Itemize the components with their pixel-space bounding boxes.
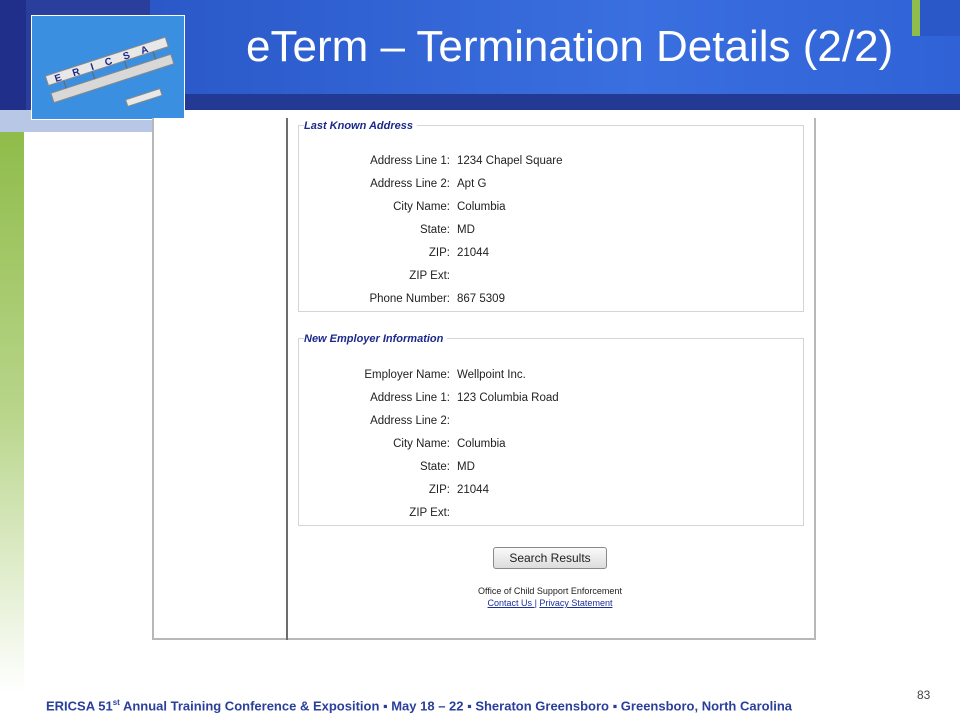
emp-row-city: City Name: Columbia — [298, 438, 804, 454]
left-panel-divider — [286, 118, 288, 640]
lka-row-address1: Address Line 1: 1234 Chapel Square — [298, 155, 804, 171]
field-value: 21044 — [457, 247, 489, 259]
lka-row-state: State: MD — [298, 224, 804, 240]
header-lower-band — [150, 94, 960, 110]
emp-row-address2: Address Line 2: — [298, 415, 804, 431]
emp-row-name: Employer Name: Wellpoint Inc. — [298, 369, 804, 385]
contact-us-link[interactable]: Contact Us — [488, 598, 535, 608]
field-label: State: — [419, 461, 450, 473]
field-value: MD — [457, 461, 475, 473]
emp-row-zip: ZIP: 21044 — [298, 484, 804, 500]
new-employer-legend: New Employer Information — [304, 333, 448, 345]
field-label: ZIP Ext: — [409, 507, 450, 519]
ericsa-logo: ERICSA — [31, 15, 185, 120]
field-value: 123 Columbia Road — [457, 392, 559, 404]
field-value: Apt G — [457, 178, 487, 190]
green-side-bar — [0, 132, 24, 692]
field-label: City Name: — [393, 438, 450, 450]
field-label: Address Line 1: — [370, 392, 450, 404]
header-accent-block — [920, 0, 960, 36]
field-label: City Name: — [393, 201, 450, 213]
header-accent-line — [912, 0, 920, 36]
link-separator: | — [534, 598, 537, 608]
frame-left-border — [152, 118, 154, 640]
emp-row-zip-ext: ZIP Ext: — [298, 507, 804, 523]
slide-footer: ERICSA 51st Annual Training Conference &… — [46, 698, 792, 713]
field-value: 867 5309 — [457, 293, 505, 305]
field-label: Address Line 1: — [370, 155, 450, 167]
lka-row-address2: Address Line 2: Apt G — [298, 178, 804, 194]
field-value: MD — [457, 224, 475, 236]
field-value: Wellpoint Inc. — [457, 369, 526, 381]
slide-title: eTerm – Termination Details (2/2) — [246, 22, 894, 71]
footer-superscript: st — [112, 698, 120, 707]
page-number: 83 — [917, 688, 931, 702]
lka-row-phone: Phone Number: 867 5309 — [298, 293, 804, 309]
privacy-statement-link[interactable]: Privacy Statement — [539, 598, 612, 608]
field-value: Columbia — [457, 438, 506, 450]
lka-row-city: City Name: Columbia — [298, 201, 804, 217]
office-name: Office of Child Support Enforcement — [478, 586, 622, 596]
lka-row-zip: ZIP: 21044 — [298, 247, 804, 263]
emp-row-address1: Address Line 1: 123 Columbia Road — [298, 392, 804, 408]
field-label: State: — [419, 224, 450, 236]
airplane-logo-icon: ERICSA — [32, 16, 184, 119]
field-label: Employer Name: — [364, 369, 450, 381]
field-label: ZIP Ext: — [409, 270, 450, 282]
field-label: ZIP: — [428, 484, 450, 496]
field-label: Phone Number: — [369, 293, 450, 305]
lka-row-zip-ext: ZIP Ext: — [298, 270, 804, 286]
footer-rest: Annual Training Conference & Exposition … — [119, 698, 792, 714]
field-value: 1234 Chapel Square — [457, 155, 563, 167]
header-left-strip — [0, 0, 26, 110]
field-label: ZIP: — [428, 247, 450, 259]
footer-links: Contact Us | Privacy Statement — [420, 598, 680, 608]
field-value: 21044 — [457, 484, 489, 496]
last-known-address-legend: Last Known Address — [304, 120, 417, 132]
search-results-button[interactable]: Search Results — [493, 547, 607, 569]
field-label: Address Line 2: — [370, 178, 450, 190]
emp-row-state: State: MD — [298, 461, 804, 477]
field-label: Address Line 2: — [370, 415, 450, 427]
field-value: Columbia — [457, 201, 506, 213]
footer-prefix: ERICSA 51 — [46, 698, 113, 714]
